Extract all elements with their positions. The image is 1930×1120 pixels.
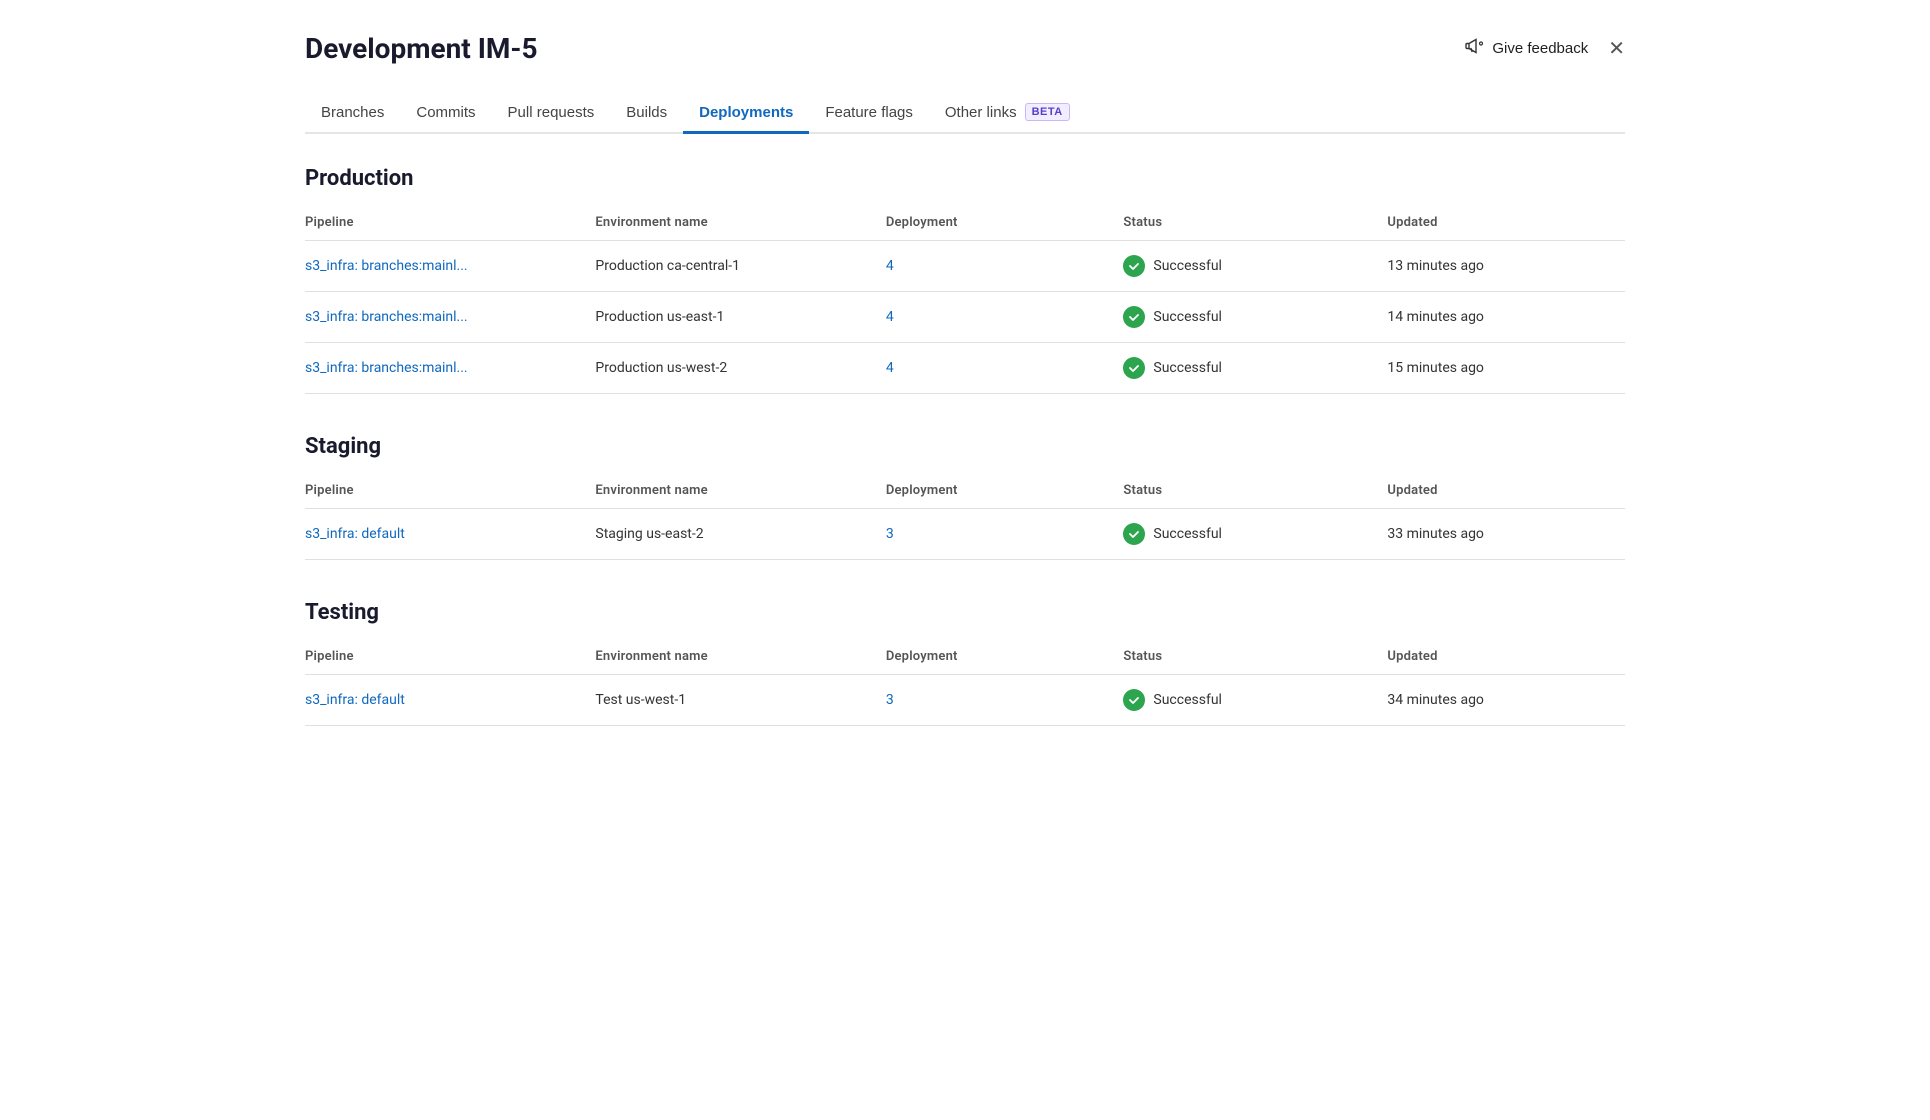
status-badge-0-2: Successful xyxy=(1153,360,1222,376)
megaphone-icon xyxy=(1464,36,1484,61)
table-row: s3_infra: branches:mainl... Production us… xyxy=(305,292,1625,343)
col-header-environment_name: Environment name xyxy=(595,207,885,241)
pipeline-cell-2-0: s3_infra: default xyxy=(305,675,595,726)
status-badge-1-0: Successful xyxy=(1153,526,1222,542)
table-staging: PipelineEnvironment nameDeploymentStatus… xyxy=(305,475,1625,560)
status-cell-0-2: Successful xyxy=(1123,343,1387,394)
env-name-1-0: Staging us-east-2 xyxy=(595,509,885,560)
tab-commits[interactable]: Commits xyxy=(400,93,491,134)
col-header-deployment: Deployment xyxy=(886,475,1124,509)
table-testing: PipelineEnvironment nameDeploymentStatus… xyxy=(305,641,1625,726)
give-feedback-button[interactable]: Give feedback xyxy=(1464,36,1588,61)
success-icon xyxy=(1123,523,1145,545)
deployment-link-0-0[interactable]: 4 xyxy=(886,258,894,274)
deployment-cell-0-1: 4 xyxy=(886,292,1124,343)
deployment-link-2-0[interactable]: 3 xyxy=(886,692,894,708)
section-testing: Testing PipelineEnvironment nameDeploymen… xyxy=(305,600,1625,726)
pipeline-cell-1-0: s3_infra: default xyxy=(305,509,595,560)
deployment-cell-1-0: 3 xyxy=(886,509,1124,560)
col-header-pipeline: Pipeline xyxy=(305,207,595,241)
updated-cell-2-0: 34 minutes ago xyxy=(1387,675,1625,726)
tab-other-links-label: Other links xyxy=(945,104,1017,121)
updated-cell-0-2: 15 minutes ago xyxy=(1387,343,1625,394)
page-header: Development IM-5 Give feedback ✕ xyxy=(305,32,1625,65)
status-cell-0-0: Successful xyxy=(1123,241,1387,292)
table-production: PipelineEnvironment nameDeploymentStatus… xyxy=(305,207,1625,394)
nav-tabs: Branches Commits Pull requests Builds De… xyxy=(305,93,1625,134)
tab-pull-requests[interactable]: Pull requests xyxy=(492,93,611,134)
deployment-link-0-1[interactable]: 4 xyxy=(886,309,894,325)
tab-pull-requests-label: Pull requests xyxy=(508,104,595,121)
col-header-updated: Updated xyxy=(1387,641,1625,675)
col-header-status: Status xyxy=(1123,641,1387,675)
give-feedback-label: Give feedback xyxy=(1492,40,1588,57)
section-staging: Staging PipelineEnvironment nameDeploymen… xyxy=(305,434,1625,560)
table-row: s3_infra: default Test us-west-13 Successf… xyxy=(305,675,1625,726)
tab-other-links[interactable]: Other links BETA xyxy=(929,93,1086,134)
pipeline-cell-0-1: s3_infra: branches:mainl... xyxy=(305,292,595,343)
pipeline-link-0-2[interactable]: s3_infra: branches:mainl... xyxy=(305,360,468,376)
header-actions: Give feedback ✕ xyxy=(1464,36,1625,61)
col-header-status: Status xyxy=(1123,475,1387,509)
section-title-production: Production xyxy=(305,166,1625,191)
env-name-0-0: Production ca-central-1 xyxy=(595,241,885,292)
table-row: s3_infra: default Staging us-east-23 Succe… xyxy=(305,509,1625,560)
success-icon xyxy=(1123,357,1145,379)
tab-branches-label: Branches xyxy=(321,104,384,121)
pipeline-link-2-0[interactable]: s3_infra: default xyxy=(305,692,405,708)
sections-container: ProductionPipelineEnvironment nameDeploy… xyxy=(305,166,1625,726)
tab-deployments[interactable]: Deployments xyxy=(683,93,809,134)
status-cell-2-0: Successful xyxy=(1123,675,1387,726)
tab-builds-label: Builds xyxy=(626,104,667,121)
deployment-cell-0-0: 4 xyxy=(886,241,1124,292)
status-cell-1-0: Successful xyxy=(1123,509,1387,560)
env-name-2-0: Test us-west-1 xyxy=(595,675,885,726)
deployment-link-0-2[interactable]: 4 xyxy=(886,360,894,376)
tab-feature-flags[interactable]: Feature flags xyxy=(809,93,929,134)
table-row: s3_infra: branches:mainl... Production us… xyxy=(305,343,1625,394)
tab-deployments-label: Deployments xyxy=(699,104,793,121)
close-icon: ✕ xyxy=(1608,38,1625,60)
pipeline-cell-0-0: s3_infra: branches:mainl... xyxy=(305,241,595,292)
updated-cell-1-0: 33 minutes ago xyxy=(1387,509,1625,560)
table-row: s3_infra: branches:mainl... Production ca… xyxy=(305,241,1625,292)
status-badge-0-1: Successful xyxy=(1153,309,1222,325)
status-badge-0-0: Successful xyxy=(1153,258,1222,274)
updated-cell-0-0: 13 minutes ago xyxy=(1387,241,1625,292)
col-header-pipeline: Pipeline xyxy=(305,475,595,509)
close-button[interactable]: ✕ xyxy=(1608,39,1625,59)
tab-feature-flags-label: Feature flags xyxy=(825,104,913,121)
success-icon xyxy=(1123,255,1145,277)
tab-builds[interactable]: Builds xyxy=(610,93,683,134)
status-badge-2-0: Successful xyxy=(1153,692,1222,708)
env-name-0-2: Production us-west-2 xyxy=(595,343,885,394)
deployment-cell-0-2: 4 xyxy=(886,343,1124,394)
col-header-environment_name: Environment name xyxy=(595,641,885,675)
col-header-updated: Updated xyxy=(1387,475,1625,509)
pipeline-cell-0-2: s3_infra: branches:mainl... xyxy=(305,343,595,394)
deployment-link-1-0[interactable]: 3 xyxy=(886,526,894,542)
section-title-testing: Testing xyxy=(305,600,1625,625)
pipeline-link-0-1[interactable]: s3_infra: branches:mainl... xyxy=(305,309,468,325)
success-icon xyxy=(1123,689,1145,711)
col-header-updated: Updated xyxy=(1387,207,1625,241)
section-title-staging: Staging xyxy=(305,434,1625,459)
page-title: Development IM-5 xyxy=(305,32,538,65)
col-header-environment_name: Environment name xyxy=(595,475,885,509)
col-header-pipeline: Pipeline xyxy=(305,641,595,675)
beta-badge: BETA xyxy=(1025,103,1070,121)
tab-branches[interactable]: Branches xyxy=(305,93,400,134)
col-header-status: Status xyxy=(1123,207,1387,241)
pipeline-link-1-0[interactable]: s3_infra: default xyxy=(305,526,405,542)
success-icon xyxy=(1123,306,1145,328)
tab-commits-label: Commits xyxy=(416,104,475,121)
updated-cell-0-1: 14 minutes ago xyxy=(1387,292,1625,343)
pipeline-link-0-0[interactable]: s3_infra: branches:mainl... xyxy=(305,258,468,274)
status-cell-0-1: Successful xyxy=(1123,292,1387,343)
env-name-0-1: Production us-east-1 xyxy=(595,292,885,343)
col-header-deployment: Deployment xyxy=(886,641,1124,675)
deployment-cell-2-0: 3 xyxy=(886,675,1124,726)
col-header-deployment: Deployment xyxy=(886,207,1124,241)
section-production: Production PipelineEnvironment nameDeploy… xyxy=(305,166,1625,394)
